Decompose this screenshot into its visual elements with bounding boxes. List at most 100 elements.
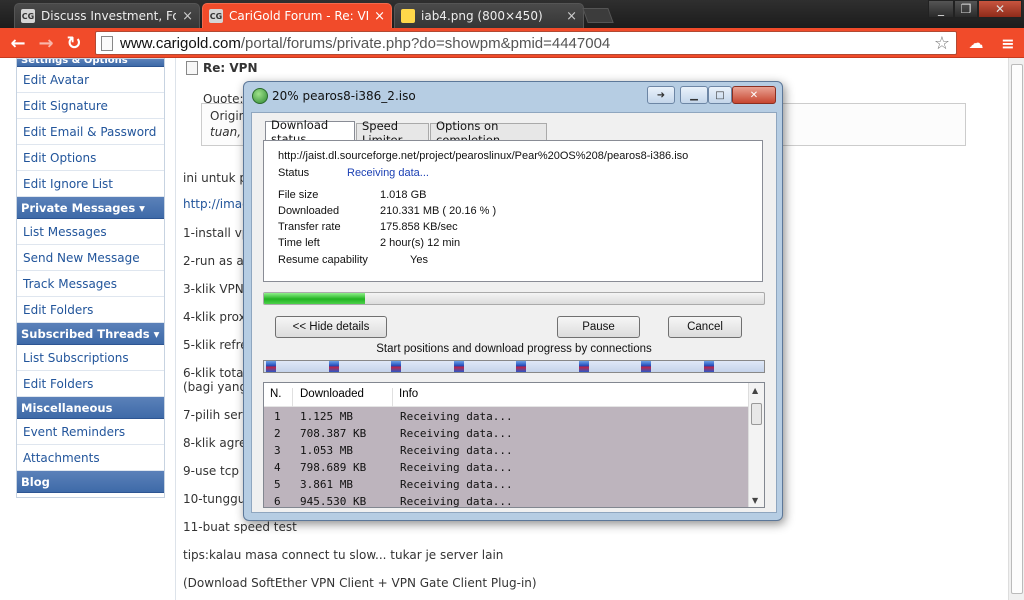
minimize-button[interactable]: ▁	[680, 86, 708, 104]
post-line: 2-run as ad	[183, 254, 252, 268]
scrollbar-thumb[interactable]	[751, 403, 762, 425]
table-row[interactable]: 3 1.053 MB Receiving data...	[264, 442, 750, 459]
table-header: N. Downloaded Info	[264, 383, 750, 412]
sidebar-header-miscellaneous: Miscellaneous	[17, 397, 164, 419]
menu-icon[interactable]: ≡	[996, 31, 1020, 55]
scroll-down-icon[interactable]: ▼	[752, 496, 758, 505]
download-dialog: 20% pearos8-i386_2.iso ➜ ▁ □ ✕ Download …	[243, 81, 783, 521]
download-url: http://jaist.dl.sourceforge.net/project/…	[278, 150, 689, 162]
tab-iab4-png[interactable]: iab4.png (800×450) ×	[394, 3, 584, 28]
new-tab-button[interactable]	[582, 8, 614, 23]
connections-table: N. Downloaded Info 1 1.125 MB Receiving da…	[263, 382, 765, 508]
carigold-favicon-icon: CG	[21, 9, 35, 23]
close-icon[interactable]: ×	[368, 9, 385, 24]
sidebar-item-link[interactable]: List Messages	[17, 219, 164, 245]
status-label: Status	[278, 167, 310, 179]
cell-n: 3	[274, 444, 281, 457]
close-window-button[interactable]: ✕	[978, 0, 1022, 18]
minimize-button[interactable]: _	[928, 0, 954, 18]
post-line: (Download SoftEther VPN Client + VPN Gat…	[183, 576, 537, 590]
column-header-n[interactable]: N.	[270, 388, 282, 400]
maximize-button[interactable]: ❐	[954, 0, 978, 18]
cell-info: Receiving data...	[400, 427, 513, 440]
sidebar-item-link[interactable]: Event Reminders	[17, 419, 164, 445]
sidebar-header-blog[interactable]: Blog	[17, 471, 164, 493]
table-row[interactable]: 6 945.530 KB Receiving data...	[264, 493, 750, 508]
post-line: (bagi yang	[183, 380, 248, 394]
post-line: 6-klik total	[183, 366, 247, 380]
sidebar-item-link[interactable]: Edit Signature	[17, 93, 164, 119]
reload-button[interactable]: ↻	[62, 31, 86, 55]
column-header-downloaded[interactable]: Downloaded	[300, 388, 364, 400]
download-progress-bar	[263, 292, 765, 305]
tab-download-status[interactable]: Download status	[265, 118, 355, 146]
sidebar-header-subscribed-threads[interactable]: Subscribed Threads ▾	[17, 323, 164, 345]
cell-n: 5	[274, 478, 281, 491]
sidebar-item-link[interactable]: Edit Folders	[17, 371, 164, 397]
cell-downloaded: 798.689 KB	[300, 461, 367, 474]
page-scrollbar[interactable]	[1008, 58, 1024, 600]
detail-label: File size	[278, 189, 319, 201]
post-line: 9-use tcp p	[183, 464, 251, 478]
maximize-button[interactable]: □	[708, 86, 732, 104]
detail-label: Transfer rate	[278, 221, 341, 233]
table-row[interactable]: 1 1.125 MB Receiving data...	[264, 408, 750, 425]
address-bar[interactable]: www.carigold.com/portal/forums/private.p…	[95, 31, 957, 55]
sidebar-item-link[interactable]: Track Messages	[17, 271, 164, 297]
close-icon[interactable]: ×	[560, 9, 577, 24]
forward-button[interactable]: →	[34, 31, 58, 55]
sidebar-item-link[interactable]: Edit Ignore List	[17, 171, 164, 197]
post-line: 10-tunggu	[183, 492, 246, 506]
sidebar-item-link[interactable]: Send New Message	[17, 245, 164, 271]
close-icon[interactable]: ×	[176, 9, 193, 24]
cell-info: Receiving data...	[400, 478, 513, 491]
cell-info: Receiving data...	[400, 444, 513, 457]
page-icon	[101, 36, 113, 51]
cell-n: 6	[274, 495, 281, 508]
arrow-icon[interactable]: ➜	[647, 86, 675, 104]
dialog-titlebar: 20% pearos8-i386_2.iso ➜ ▁ □ ✕	[252, 86, 776, 108]
connection-segment	[391, 361, 401, 372]
sidebar-item-link[interactable]: Edit Avatar	[17, 67, 164, 93]
cell-downloaded: 3.861 MB	[300, 478, 353, 491]
tab-carigold-forum-vpn[interactable]: CG CariGold Forum - Re: VPN ×	[202, 3, 392, 28]
url-text: www.carigold.com/portal/forums/private.p…	[120, 35, 611, 52]
connection-segment	[578, 361, 589, 372]
scroll-up-icon[interactable]: ▲	[752, 386, 758, 395]
table-scrollbar[interactable]: ▲ ▼	[748, 383, 764, 507]
tab-discuss-investment[interactable]: CG Discuss Investment, Forex ×	[14, 3, 200, 28]
post-link[interactable]: http://imag	[183, 197, 250, 211]
download-manager-icon	[252, 88, 268, 104]
tab-options-on-completion[interactable]: Options on completion	[430, 119, 547, 147]
cell-n: 4	[274, 461, 281, 474]
tab-label: Discuss Investment, Forex	[41, 9, 176, 23]
sidebar-header-settings: Settings & Options	[17, 59, 164, 67]
cell-downloaded: 945.530 KB	[300, 495, 367, 508]
image-icon	[401, 9, 415, 23]
back-button[interactable]: ←	[6, 31, 30, 55]
post-icon	[186, 61, 198, 75]
sidebar-item-link[interactable]: Edit Options	[17, 145, 164, 171]
tab-speed-limiter[interactable]: Speed Limiter	[356, 119, 429, 147]
sidebar: Settings & Options Edit Avatar Edit Signa…	[16, 58, 165, 498]
sidebar-item-link[interactable]: List Subscriptions	[17, 345, 164, 371]
table-row[interactable]: 2 708.387 KB Receiving data...	[264, 425, 750, 442]
cancel-button[interactable]: Cancel	[668, 316, 742, 338]
column-header-info[interactable]: Info	[399, 388, 418, 400]
sidebar-item-link[interactable]: Attachments	[17, 445, 164, 471]
resume-value: Yes	[410, 254, 428, 266]
sidebar-header-private-messages[interactable]: Private Messages ▾	[17, 197, 164, 219]
sidebar-item-link[interactable]: Edit Email & Password	[17, 119, 164, 145]
table-body: 1 1.125 MB Receiving data... 2 708.387 KB Rec…	[264, 407, 750, 508]
cell-downloaded: 708.387 KB	[300, 427, 367, 440]
close-button[interactable]: ✕	[732, 86, 776, 104]
hide-details-button[interactable]: << Hide details	[275, 316, 387, 338]
table-row[interactable]: 5 3.861 MB Receiving data...	[264, 476, 750, 493]
table-row[interactable]: 4 798.689 KB Receiving data...	[264, 459, 750, 476]
extension-icon[interactable]: ☁	[964, 31, 988, 55]
bookmark-star-icon[interactable]: ☆	[934, 33, 950, 54]
scrollbar-thumb[interactable]	[1011, 64, 1023, 594]
carigold-favicon-icon: CG	[209, 9, 223, 23]
pause-button[interactable]: Pause	[557, 316, 640, 338]
sidebar-item-link[interactable]: Edit Folders	[17, 297, 164, 323]
